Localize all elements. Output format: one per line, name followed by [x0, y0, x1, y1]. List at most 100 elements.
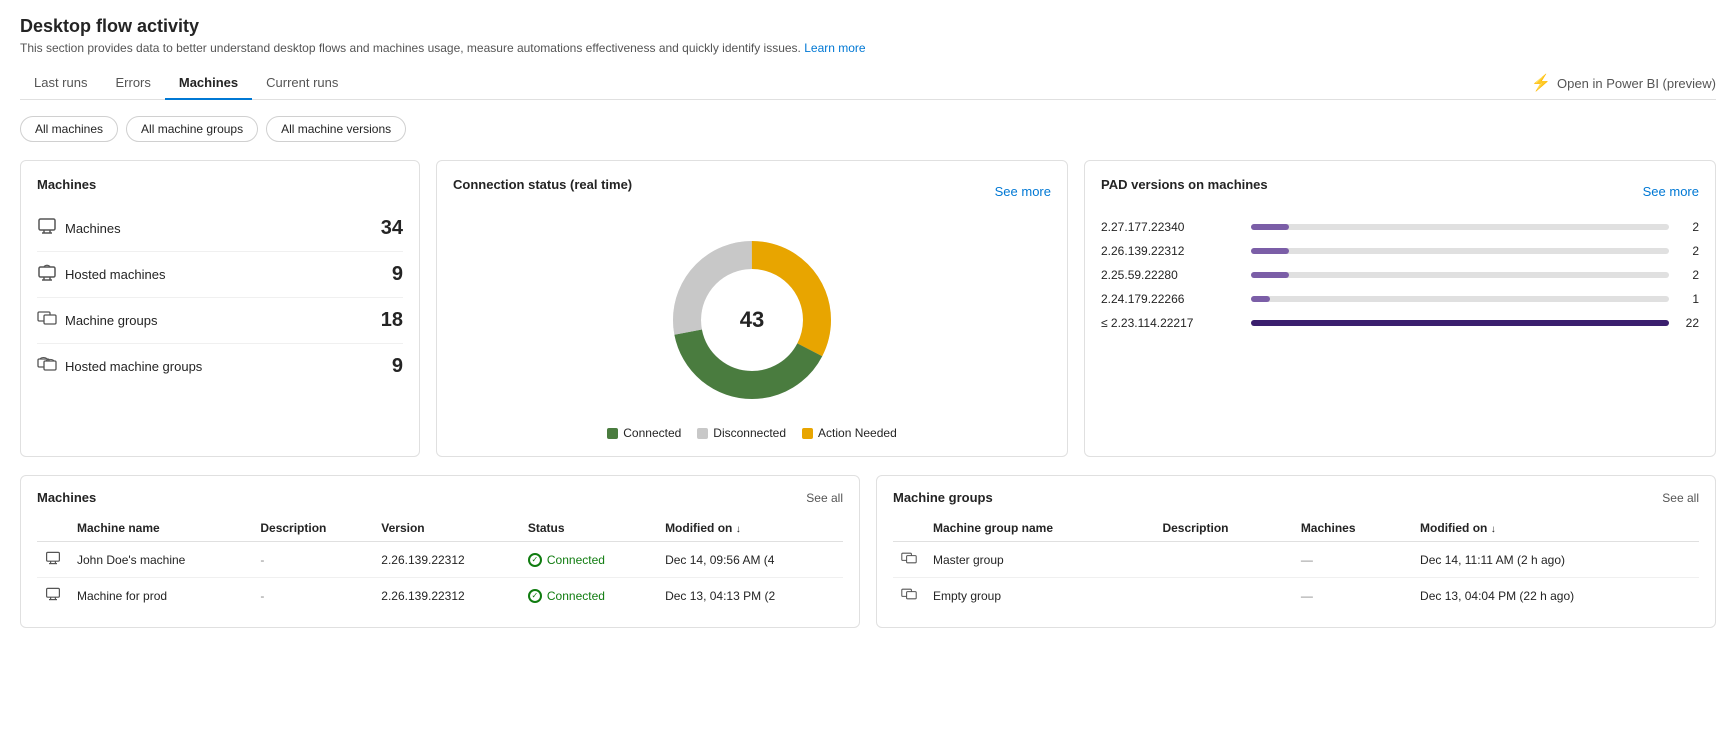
machines-summary-card: Machines Machines 34 Hosted machines 9 M…	[20, 160, 420, 457]
connection-see-more-link[interactable]: See more	[995, 184, 1051, 199]
col-group-desc[interactable]: Description	[1154, 515, 1292, 542]
filter-all-machine-versions[interactable]: All machine versions	[266, 116, 406, 142]
machine-status-0: Connected	[520, 542, 657, 578]
cloud-desktop-icon	[37, 262, 65, 287]
tab-current-runs[interactable]: Current runs	[252, 67, 352, 100]
group-desc-1	[1154, 578, 1292, 614]
group-modified-1: Dec 13, 04:04 PM (22 h ago)	[1412, 578, 1699, 614]
tab-machines[interactable]: Machines	[165, 67, 252, 100]
machine-modified-1: Dec 13, 04:13 PM (2	[657, 578, 843, 614]
pad-count-1: 2	[1679, 244, 1699, 258]
table-row: Machine for prod - 2.26.139.22312 Connec…	[37, 578, 843, 614]
machine-version-0: 2.26.139.22312	[373, 542, 520, 578]
disconnected-dot	[697, 428, 708, 439]
tabs-bar: Last runs Errors Machines Current runs ⚡…	[20, 67, 1716, 100]
pad-bar-wrap-0	[1251, 224, 1669, 230]
donut-legend: Connected Disconnected Action Needed	[607, 426, 897, 440]
pad-bar-wrap-4	[1251, 320, 1669, 326]
machine-row-machines: Machines 34	[37, 206, 403, 252]
pad-bar-wrap-1	[1251, 248, 1669, 254]
pad-version-label-3: 2.24.179.22266	[1101, 292, 1241, 306]
connected-label: Connected	[623, 426, 681, 440]
legend-connected: Connected	[607, 426, 681, 440]
pad-version-row-2: 2.25.59.22280 2	[1101, 268, 1699, 282]
pad-see-more-link[interactable]: See more	[1643, 184, 1699, 199]
machine-name-0: John Doe's machine	[69, 542, 252, 578]
group-modified-0: Dec 14, 11:11 AM (2 h ago)	[1412, 542, 1699, 578]
cards-row: Machines Machines 34 Hosted machines 9 M…	[20, 160, 1716, 457]
machine-row-groups: Machine groups 18	[37, 298, 403, 344]
col-group-machines[interactable]: Machines	[1293, 515, 1412, 542]
col-machine-status[interactable]: Status	[520, 515, 657, 542]
col-machine-version[interactable]: Version	[373, 515, 520, 542]
table-row: Empty group — Dec 13, 04:04 PM (22 h ago…	[893, 578, 1699, 614]
powerbi-icon: ⚡	[1531, 73, 1551, 93]
row-icon-0	[37, 542, 69, 578]
pad-bar-4	[1251, 320, 1669, 326]
pad-bar-0	[1251, 224, 1289, 230]
action-needed-label: Action Needed	[818, 426, 897, 440]
pad-version-label-4: ≤ 2.23.114.22217	[1101, 316, 1241, 330]
col-group-icon-header	[893, 515, 925, 542]
filter-all-machine-groups[interactable]: All machine groups	[126, 116, 258, 142]
col-machine-icon-header	[37, 515, 69, 542]
groups-see-all[interactable]: See all	[1662, 491, 1699, 505]
group-desc-0	[1154, 542, 1292, 578]
pad-version-label-1: 2.26.139.22312	[1101, 244, 1241, 258]
hosted-machine-groups-count: 9	[392, 355, 403, 378]
page-subtitle: This section provides data to better und…	[20, 41, 1716, 55]
machines-table-title: Machines	[37, 490, 96, 505]
learn-more-link[interactable]: Learn more	[804, 41, 865, 55]
connected-dot	[607, 428, 618, 439]
pad-count-2: 2	[1679, 268, 1699, 282]
machine-modified-0: Dec 14, 09:56 AM (4	[657, 542, 843, 578]
filter-all-machines[interactable]: All machines	[20, 116, 118, 142]
pad-card-title: PAD versions on machines	[1101, 177, 1268, 192]
donut-chart-container: 43 Connected Disconnected Action Needed	[453, 220, 1051, 440]
machine-groups-label: Machine groups	[65, 313, 381, 328]
machines-table: Machine name Description Version Status …	[37, 515, 843, 613]
power-bi-button[interactable]: ⚡ Open in Power BI (preview)	[1531, 73, 1716, 93]
machines-see-all[interactable]: See all	[806, 491, 843, 505]
machine-row-hosted: Hosted machines 9	[37, 252, 403, 298]
col-group-name[interactable]: Machine group name	[925, 515, 1154, 542]
tab-last-runs[interactable]: Last runs	[20, 67, 101, 100]
connection-status-card: Connection status (real time) See more	[436, 160, 1068, 457]
machine-version-1: 2.26.139.22312	[373, 578, 520, 614]
pad-version-label-2: 2.25.59.22280	[1101, 268, 1241, 282]
page-title: Desktop flow activity	[20, 16, 1716, 37]
machines-count: 34	[381, 217, 403, 240]
machine-name-1: Machine for prod	[69, 578, 252, 614]
pad-bar-1	[1251, 248, 1289, 254]
machine-groups-count: 18	[381, 309, 403, 332]
pad-count-4: 22	[1679, 316, 1699, 330]
machines-label: Machines	[65, 221, 381, 236]
hosted-machine-groups-label: Hosted machine groups	[65, 359, 392, 374]
groups-table-card: Machine groups See all Machine group nam…	[876, 475, 1716, 628]
pad-version-label-0: 2.27.177.22340	[1101, 220, 1241, 234]
table-row: Master group — Dec 14, 11:11 AM (2 h ago…	[893, 542, 1699, 578]
col-machine-desc[interactable]: Description	[252, 515, 373, 542]
groups-table-title: Machine groups	[893, 490, 993, 505]
filter-bar: All machines All machine groups All mach…	[20, 116, 1716, 142]
table-row: John Doe's machine - 2.26.139.22312 Conn…	[37, 542, 843, 578]
group-name-0: Master group	[925, 542, 1154, 578]
legend-disconnected: Disconnected	[697, 426, 786, 440]
desktop-icon	[37, 216, 65, 241]
machine-row-hosted-groups: Hosted machine groups 9	[37, 344, 403, 389]
hosted-machines-count: 9	[392, 263, 403, 286]
pad-version-row-3: 2.24.179.22266 1	[1101, 292, 1699, 306]
pad-version-row-0: 2.27.177.22340 2	[1101, 220, 1699, 234]
machine-status-1: Connected	[520, 578, 657, 614]
action-needed-dot	[802, 428, 813, 439]
machine-desc-0: -	[252, 542, 373, 578]
col-machine-name[interactable]: Machine name	[69, 515, 252, 542]
donut-total: 43	[740, 307, 764, 333]
col-machine-modified[interactable]: Modified on ↓	[657, 515, 843, 542]
tab-errors[interactable]: Errors	[101, 67, 164, 100]
connection-card-title: Connection status (real time)	[453, 177, 632, 192]
pad-count-3: 1	[1679, 292, 1699, 306]
group-name-1: Empty group	[925, 578, 1154, 614]
group-row-icon-1	[893, 578, 925, 614]
col-group-modified[interactable]: Modified on ↓	[1412, 515, 1699, 542]
